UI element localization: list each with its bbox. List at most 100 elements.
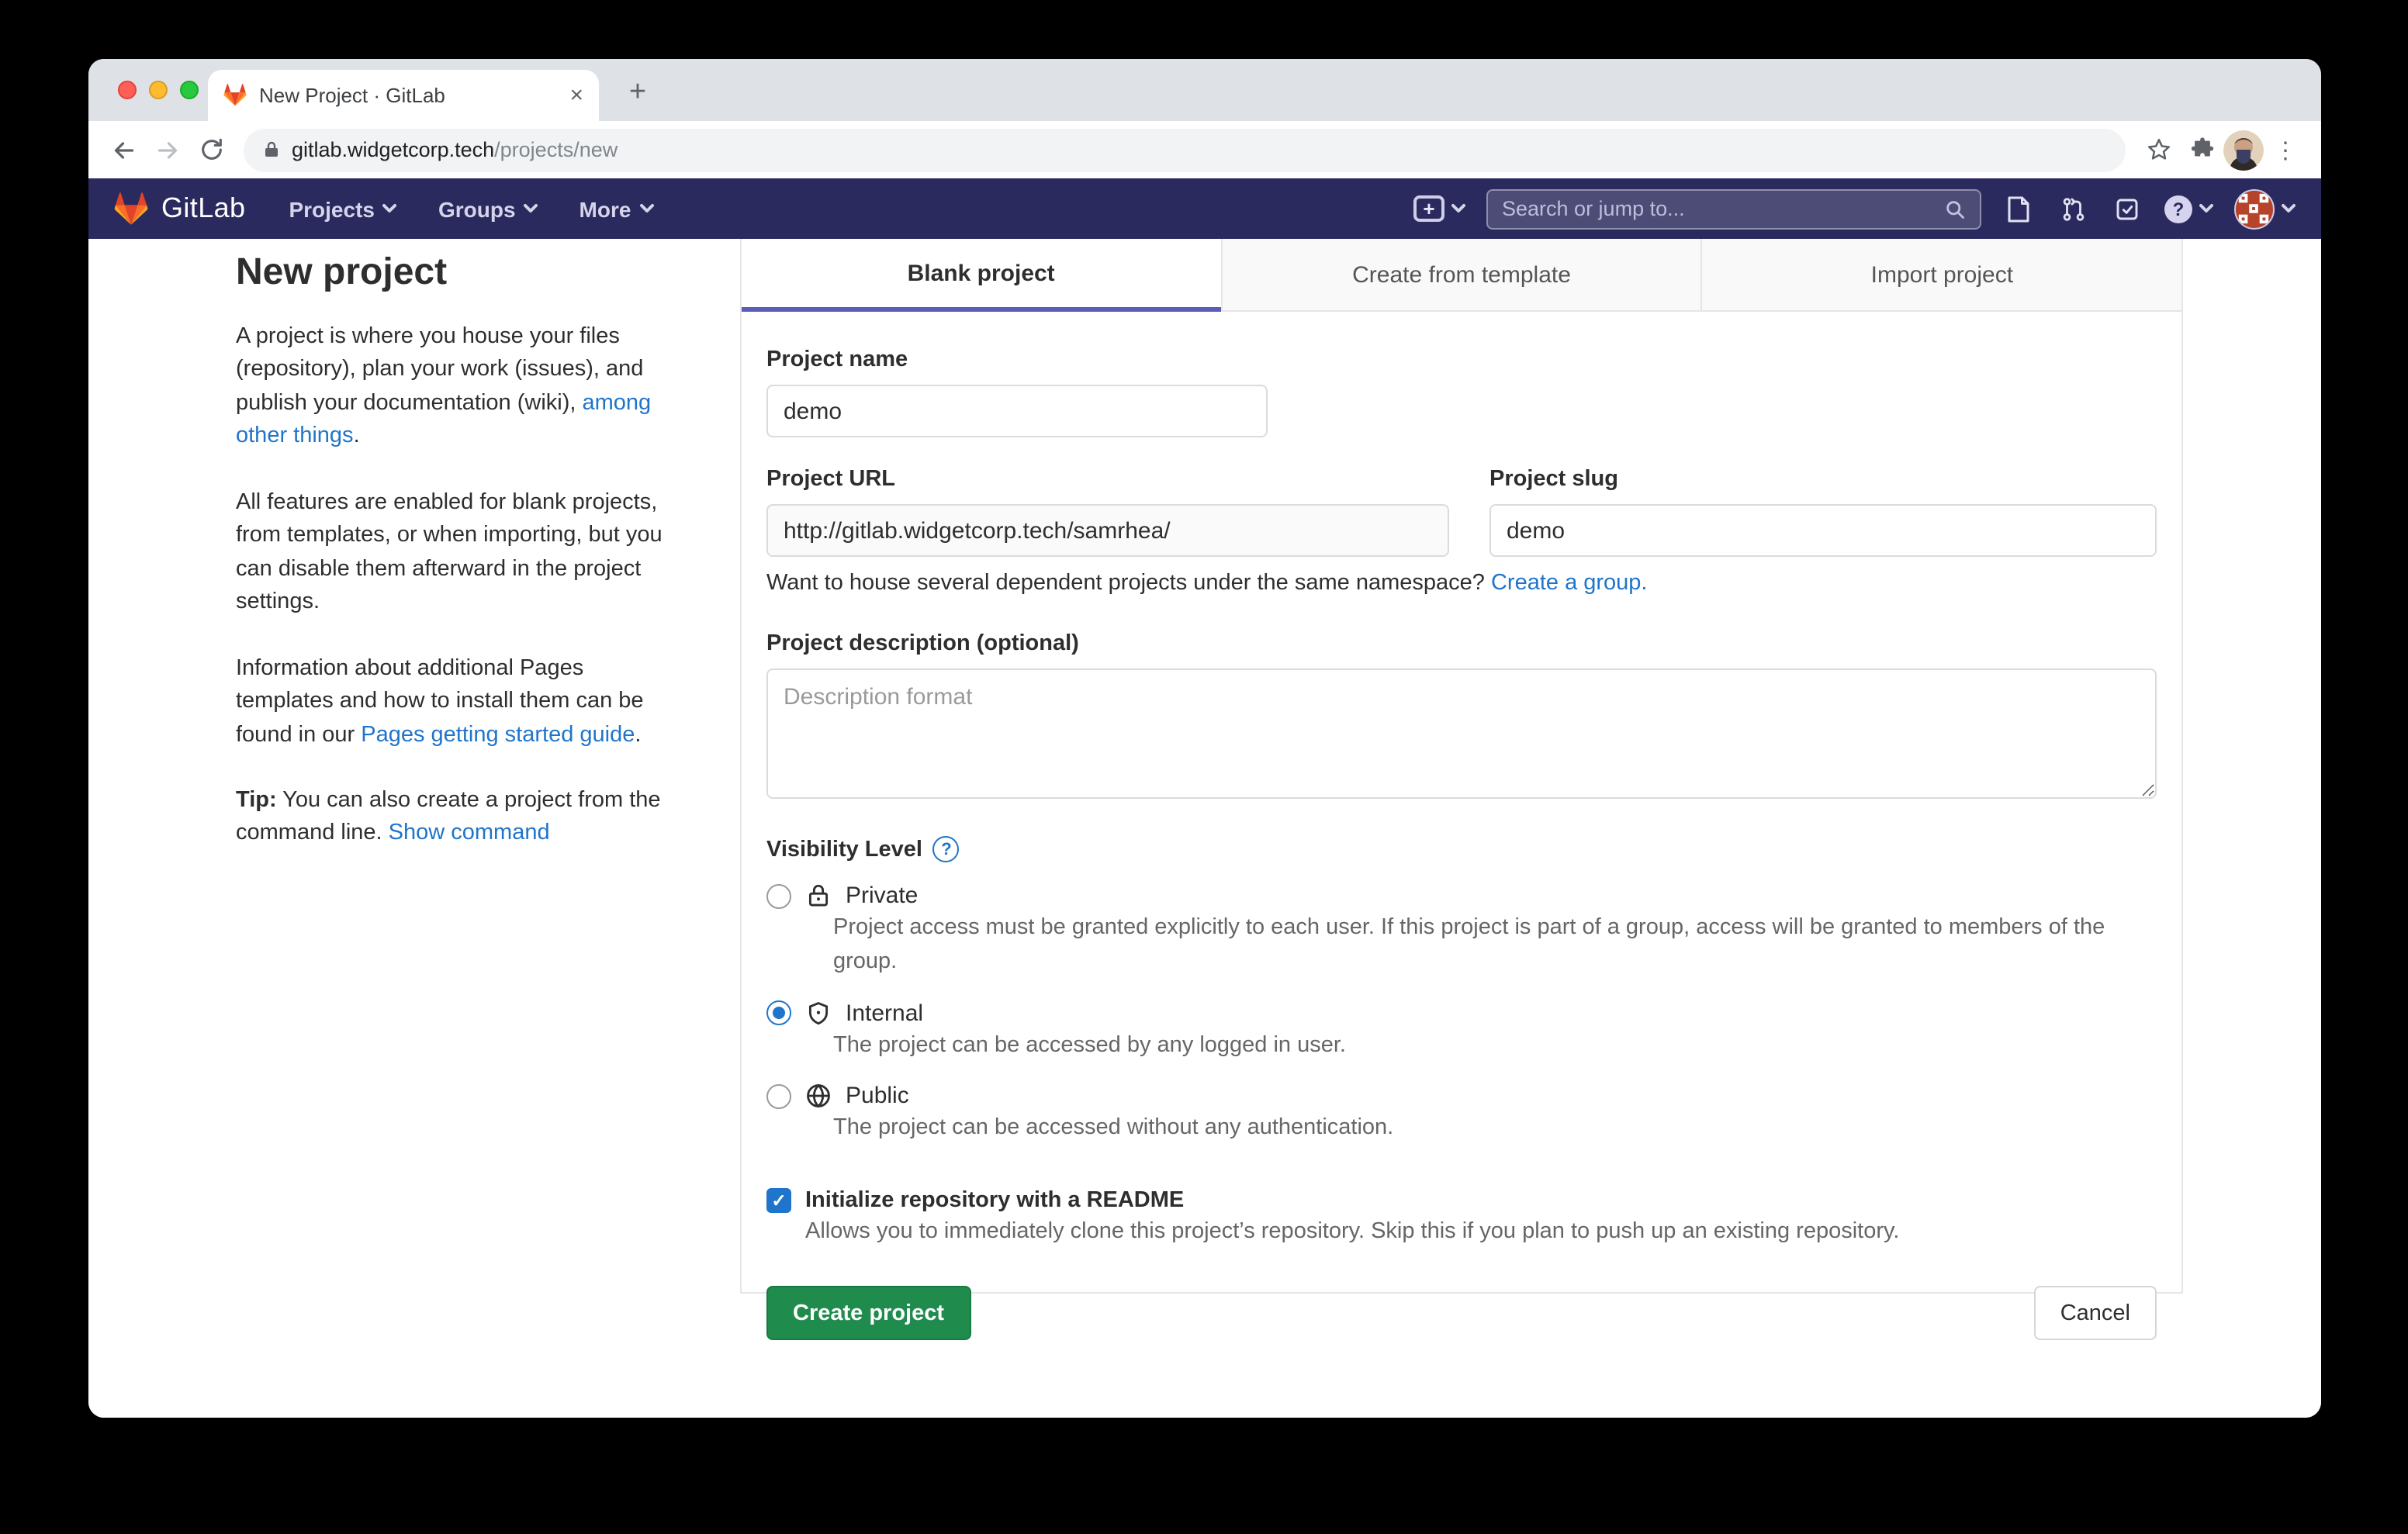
browser-profile-avatar[interactable] bbox=[2223, 130, 2264, 170]
todo-check-icon bbox=[2115, 196, 2140, 221]
new-project-panel: Blank project Create from template Impor… bbox=[740, 239, 2183, 1294]
help-menu-button[interactable]: ? bbox=[2164, 195, 2214, 223]
minimize-window-button[interactable] bbox=[149, 81, 168, 99]
visibility-option-description: The project can be accessed without any … bbox=[833, 1113, 2157, 1147]
sidebar-tip: Tip: You can also create a project from … bbox=[236, 785, 681, 852]
gitlab-navbar-right: + ? bbox=[1413, 188, 2296, 229]
refresh-icon bbox=[198, 136, 224, 163]
plus-icon: + bbox=[1413, 195, 1444, 222]
extensions-button[interactable] bbox=[2180, 128, 2223, 171]
todos-button[interactable] bbox=[2110, 192, 2144, 226]
shield-icon bbox=[805, 1000, 832, 1026]
close-window-button[interactable] bbox=[118, 81, 137, 99]
radio-internal[interactable] bbox=[766, 1000, 791, 1025]
menu-more[interactable]: More bbox=[580, 196, 655, 221]
create-a-group-link[interactable]: Create a group. bbox=[1491, 571, 1648, 596]
search-icon bbox=[1944, 198, 1966, 219]
gitlab-tanuki-icon bbox=[113, 192, 149, 226]
project-url-label: Project URL bbox=[766, 467, 1449, 492]
merge-request-icon bbox=[2060, 195, 2086, 223]
gitlab-wordmark: GitLab bbox=[161, 192, 245, 225]
gitlab-main-menu: Projects Groups More bbox=[289, 196, 654, 221]
visibility-option-label: Public bbox=[846, 1083, 909, 1110]
browser-tab[interactable]: New Project · GitLab × bbox=[208, 70, 599, 121]
bookmark-button[interactable] bbox=[2136, 128, 2180, 171]
page-title: New project bbox=[236, 251, 681, 295]
forward-arrow-icon bbox=[154, 136, 182, 164]
url-slug-row: Project URL Project slug bbox=[766, 467, 2157, 557]
refresh-button[interactable] bbox=[189, 128, 233, 171]
pages-guide-link[interactable]: Pages getting started guide bbox=[361, 722, 635, 747]
project-name-label: Project name bbox=[766, 347, 2157, 372]
menu-projects[interactable]: Projects bbox=[289, 196, 398, 221]
browser-window: New Project · GitLab × + gitlab.widgetco… bbox=[88, 59, 2321, 1418]
back-arrow-icon bbox=[110, 136, 138, 164]
blank-project-form: Project name Project URL Project slug Wa… bbox=[742, 312, 2181, 1340]
project-url-field: Project URL bbox=[766, 467, 1449, 557]
browser-menu-button[interactable]: ⋮ bbox=[2264, 128, 2307, 171]
browser-tabstrip: New Project · GitLab × + bbox=[88, 59, 2321, 121]
back-button[interactable] bbox=[102, 128, 146, 171]
browser-toolbar: gitlab.widgetcorp.tech/projects/new ⋮ bbox=[88, 121, 2321, 178]
radio-private[interactable] bbox=[766, 883, 791, 908]
sidebar-paragraph: Information about additional Pages templ… bbox=[236, 652, 681, 752]
user-menu-button[interactable] bbox=[2234, 188, 2296, 229]
project-description-label: Project description (optional) bbox=[766, 631, 2157, 656]
project-slug-input[interactable] bbox=[1489, 504, 2157, 557]
traffic-lights bbox=[118, 81, 199, 99]
new-menu-button[interactable]: + bbox=[1413, 195, 1466, 222]
project-slug-field: Project slug bbox=[1489, 467, 2157, 557]
project-description-textarea[interactable] bbox=[766, 669, 2157, 799]
profile-photo bbox=[2223, 130, 2264, 170]
readme-checkbox[interactable]: ✓ bbox=[766, 1188, 791, 1213]
url-host: gitlab.widgetcorp.tech bbox=[292, 137, 494, 161]
tab-close-icon[interactable]: × bbox=[569, 84, 583, 107]
show-command-link[interactable]: Show command bbox=[389, 821, 550, 846]
chevron-down-icon bbox=[2199, 203, 2214, 214]
chevron-down-icon bbox=[2281, 203, 2296, 214]
visibility-option-label: Internal bbox=[846, 1000, 923, 1026]
chevron-down-icon bbox=[638, 203, 654, 214]
gitlab-logo[interactable]: GitLab bbox=[113, 192, 245, 226]
chevron-down-icon bbox=[382, 203, 398, 214]
tab-blank-project[interactable]: Blank project bbox=[742, 239, 1220, 312]
readme-field: ✓ Initialize repository with a README Al… bbox=[766, 1188, 2157, 1244]
visibility-option-private: Private Project access must be granted e… bbox=[766, 883, 2157, 979]
project-name-input[interactable] bbox=[766, 385, 1268, 437]
tab-create-from-template[interactable]: Create from template bbox=[1220, 239, 1700, 312]
kebab-menu-icon: ⋮ bbox=[2274, 136, 2297, 164]
global-search[interactable] bbox=[1486, 188, 1981, 229]
user-avatar bbox=[2234, 188, 2275, 229]
radio-public[interactable] bbox=[766, 1084, 791, 1109]
forward-button[interactable] bbox=[146, 128, 189, 171]
identicon bbox=[2236, 190, 2271, 226]
visibility-level-label: Visibility Level bbox=[766, 837, 922, 862]
visibility-option-public: Public The project can be accessed witho… bbox=[766, 1083, 2157, 1147]
star-icon bbox=[2145, 136, 2171, 163]
issues-button[interactable] bbox=[2001, 192, 2036, 226]
zoom-window-button[interactable] bbox=[180, 81, 199, 99]
issues-doc-icon bbox=[2006, 195, 2031, 223]
visibility-option-description: Project access must be granted explicitl… bbox=[833, 912, 2157, 979]
desktop-background: New Project · GitLab × + gitlab.widgetco… bbox=[0, 0, 2408, 1534]
tab-import-project[interactable]: Import project bbox=[1701, 239, 2181, 312]
chevron-down-icon bbox=[1451, 203, 1466, 214]
readme-label: Initialize repository with a README bbox=[805, 1188, 1184, 1213]
url-bar[interactable]: gitlab.widgetcorp.tech/projects/new bbox=[244, 128, 2126, 171]
merge-requests-button[interactable] bbox=[2056, 192, 2090, 226]
visibility-option-label: Private bbox=[846, 883, 918, 909]
project-type-tabs: Blank project Create from template Impor… bbox=[742, 239, 2181, 312]
project-url-input[interactable] bbox=[766, 504, 1449, 557]
visibility-help-icon[interactable]: ? bbox=[933, 836, 960, 862]
sidebar-paragraph: All features are enabled for blank proje… bbox=[236, 487, 681, 620]
search-input[interactable] bbox=[1502, 197, 1944, 220]
new-tab-button[interactable]: + bbox=[616, 71, 659, 115]
visibility-option-description: The project can be accessed by any logge… bbox=[833, 1029, 2157, 1063]
sidebar-paragraph: A project is where you house your files … bbox=[236, 321, 681, 454]
tip-label: Tip: bbox=[236, 788, 277, 813]
create-project-button[interactable]: Create project bbox=[766, 1286, 970, 1340]
menu-groups[interactable]: Groups bbox=[438, 196, 539, 221]
cancel-button[interactable]: Cancel bbox=[2034, 1286, 2157, 1340]
url-path: /projects/new bbox=[494, 137, 618, 161]
visibility-level-header: Visibility Level ? bbox=[766, 836, 2157, 862]
